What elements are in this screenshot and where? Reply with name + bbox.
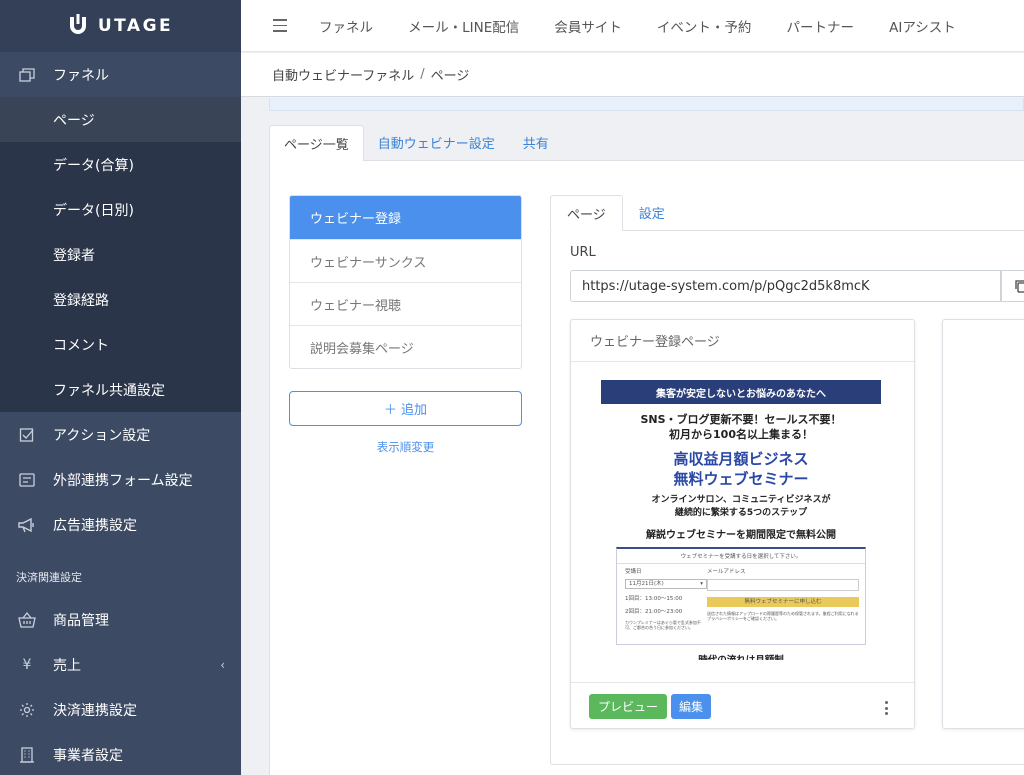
add-page-button[interactable]: ＋ 追加 xyxy=(289,391,522,426)
sidebar-item-label: 外部連携フォーム設定 xyxy=(53,472,193,489)
date-select: 11月21日(木) ▾ xyxy=(625,579,707,589)
tab-auto-webinar-settings[interactable]: 自動ウェビナー設定 xyxy=(364,125,509,160)
thumbnail-headline: 高収益月額ビジネス 無料ウェブセミナー xyxy=(673,450,809,488)
slot-2: 2回目：21:00〜23:00 xyxy=(625,609,683,615)
sidebar-subitem-data-daily[interactable]: データ(日別) xyxy=(0,187,241,232)
main-tabs: ページ一覧 自動ウェビナー設定 共有 xyxy=(269,125,563,161)
topnav-member-site[interactable]: 会員サイト xyxy=(554,20,622,36)
basket-icon xyxy=(18,611,36,629)
sidebar-item-payment-integration[interactable]: 決済連携設定 xyxy=(0,687,241,732)
payment-section-label: 決済関連設定 xyxy=(16,571,82,584)
tab-page[interactable]: ページ xyxy=(550,195,623,231)
sidebar-item-label: 売上 xyxy=(53,657,81,674)
gear-icon xyxy=(18,701,36,719)
page-preview-card-secondary xyxy=(942,319,1024,729)
list-item[interactable]: ウェビナー登録 xyxy=(290,196,521,239)
submit-button: 無料ウェブセミナーに申し込む xyxy=(707,597,859,607)
building-icon xyxy=(18,746,36,764)
sidebar-item-products[interactable]: 商品管理 xyxy=(0,597,241,642)
reorder-link[interactable]: 表示順変更 xyxy=(289,439,522,455)
form-icon xyxy=(18,471,36,489)
sidebar-item-label: 事業者設定 xyxy=(53,747,123,764)
list-item[interactable]: ウェビナーサンクス xyxy=(290,239,521,282)
topnav-ai-assist[interactable]: AIアシスト xyxy=(889,20,956,36)
topnav-mail-line[interactable]: メール・LINE配信 xyxy=(408,20,519,36)
hamburger-menu-icon[interactable] xyxy=(273,19,287,32)
copy-button[interactable] xyxy=(1001,270,1024,302)
thumbnail-footer-text: 時代の流れは月額制 xyxy=(601,652,881,660)
sidebar-item-business-settings[interactable]: 事業者設定 xyxy=(0,732,241,775)
megaphone-icon xyxy=(18,516,36,534)
preview-button[interactable]: プレビュー xyxy=(589,694,668,719)
chevron-left-icon: ‹ xyxy=(220,657,225,672)
sidebar-item-label: 商品管理 xyxy=(53,612,109,629)
more-options-icon[interactable] xyxy=(885,701,888,715)
form-header: ウェブセミナーを受講する日を選択して下さい。 xyxy=(617,549,865,564)
breadcrumb: 自動ウェビナーファネル / ページ xyxy=(241,53,1024,97)
thumbnail-cta-line: 解説ウェブセミナーを期間限定で無料公開 xyxy=(646,530,836,541)
topnav-partner[interactable]: パートナー xyxy=(787,20,855,36)
tab-share[interactable]: 共有 xyxy=(509,125,563,160)
form-left-column: 受講日 11月21日(木) ▾ 1回目：13:00〜15:00 2回目：21:00… xyxy=(625,567,707,630)
sidebar-item-action-settings[interactable]: アクション設定 xyxy=(0,412,241,457)
thumbnail-subheadline: オンラインサロン、コミュニティビジネスが 継続的に繁栄する5つのステップ xyxy=(651,495,831,518)
breadcrumb-current: ページ xyxy=(430,69,470,84)
sidebar-subitem-comments[interactable]: コメント xyxy=(0,322,241,367)
top-nav: ファネル メール・LINE配信 会員サイト イベント・予約 パートナー AIアシ… xyxy=(319,16,986,36)
topnav-event-booking[interactable]: イベント・予約 xyxy=(657,20,752,36)
slot-1: 1回目：13:00〜15:00 xyxy=(625,596,683,602)
sidebar-subitem-registrants[interactable]: 登録者 xyxy=(0,232,241,277)
utage-logo-icon xyxy=(69,14,86,34)
copy-icon xyxy=(1015,280,1024,293)
checkbox-icon xyxy=(18,426,36,444)
form-disclaimer: 送信された情報はアップロードの際履歴等のため保管されます。後程ご利用になれるプラ… xyxy=(707,611,859,621)
url-field[interactable]: https://utage-system.com/p/pQgc2d5k8mcK xyxy=(570,270,1001,302)
funnel-icon xyxy=(18,66,36,84)
url-label: URL xyxy=(570,245,596,260)
tab-page-list[interactable]: ページ一覧 xyxy=(269,125,364,161)
sidebar-item-label: 広告連携設定 xyxy=(53,517,137,534)
topnav-funnel[interactable]: ファネル xyxy=(319,20,373,36)
breadcrumb-parent[interactable]: 自動ウェビナーファネル xyxy=(272,65,414,84)
detail-tabs: ページ 設定 xyxy=(550,195,681,231)
thumbnail-banner: 集客が安定しないとお悩みのあなたへ xyxy=(601,380,881,404)
page-list: ウェビナー登録 ウェビナーサンクス ウェビナー視聴 説明会募集ページ xyxy=(289,195,522,369)
email-field xyxy=(707,579,859,591)
sidebar-item-ad-settings[interactable]: 広告連携設定 xyxy=(0,502,241,547)
page-thumbnail[interactable]: 集客が安定しないとお悩みのあなたへ SNS・ブログ更新不要！セールス不要！ 初月… xyxy=(601,380,881,660)
sidebar-subitem-funnel-common-settings[interactable]: ファネル共通設定 xyxy=(0,367,241,412)
form-right-column: メールアドレス 無料ウェブセミナーに申し込む 送信された情報はアップロードの際履… xyxy=(707,567,859,621)
date-label: 受講日 xyxy=(625,569,642,575)
yen-icon: ¥ xyxy=(22,656,32,673)
sidebar-item-label: ファネル xyxy=(53,67,109,84)
breadcrumb-separator: / xyxy=(420,67,425,82)
thumbnail-lead: SNS・ブログ更新不要！セールス不要！ 初月から100名以上集まる！ xyxy=(640,413,842,441)
sidebar: UTAGE ファネル ページ データ(合算) データ(日別) 登録者 登録経路 … xyxy=(0,0,241,775)
preview-card-title: ウェビナー登録ページ xyxy=(571,320,914,362)
sidebar-item-external-form[interactable]: 外部連携フォーム設定 xyxy=(0,457,241,502)
sidebar-subitem-registration-route[interactable]: 登録経路 xyxy=(0,277,241,322)
info-strip xyxy=(269,98,1024,111)
edit-button[interactable]: 編集 xyxy=(671,694,712,719)
sidebar-item-funnel[interactable]: ファネル xyxy=(0,52,241,97)
sidebar-subitem-data-total[interactable]: データ(合算) xyxy=(0,142,241,187)
sidebar-item-sales[interactable]: ¥ 売上 ‹ xyxy=(0,642,241,687)
sidebar-item-label: 決済連携設定 xyxy=(53,702,137,719)
tab-settings[interactable]: 設定 xyxy=(623,195,681,230)
list-item[interactable]: 説明会募集ページ xyxy=(290,325,521,368)
logo-text: UTAGE xyxy=(97,16,174,36)
sidebar-item-label: アクション設定 xyxy=(53,427,151,444)
preview-card-footer: プレビュー 編集 xyxy=(571,682,914,730)
form-note: カウンプレミナーはあぐら版で乱式参加不可、ご都合の合う日に参加ください。 xyxy=(625,620,701,630)
email-label: メールアドレス xyxy=(707,569,746,575)
top-navbar: ファネル メール・LINE配信 会員サイト イベント・予約 パートナー AIアシ… xyxy=(241,0,1024,52)
thumbnail-form: ウェブセミナーを受講する日を選択して下さい。 受講日 11月21日(木) ▾ 1回… xyxy=(616,547,866,645)
funnel-submenu: ページ データ(合算) データ(日別) 登録者 登録経路 コメント ファネル共通… xyxy=(0,97,241,412)
logo[interactable]: UTAGE xyxy=(0,0,241,52)
list-item[interactable]: ウェビナー視聴 xyxy=(290,282,521,325)
sidebar-subitem-page[interactable]: ページ xyxy=(0,97,241,142)
